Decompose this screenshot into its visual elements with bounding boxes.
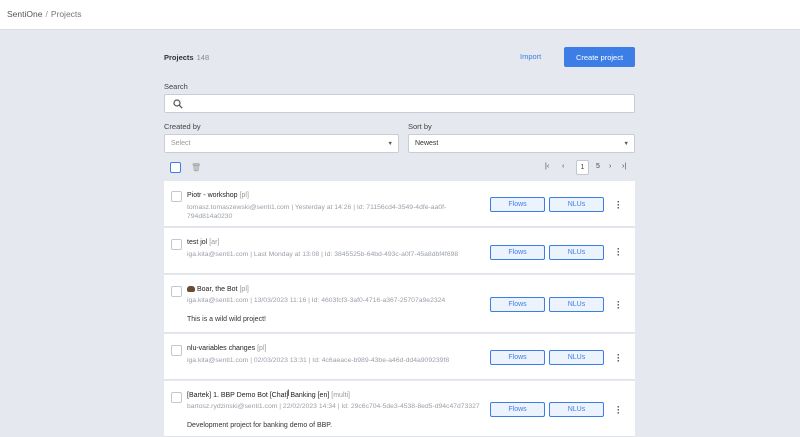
project-description: This is a wild wild project! [187, 316, 266, 323]
flows-button[interactable]: Flows [490, 350, 545, 365]
project-name-text: test jol [187, 239, 208, 246]
project-row[interactable]: Piotr - workshop [pl] tomasz.tomaszewski@… [164, 181, 635, 227]
search-label: Search [164, 82, 188, 91]
sort-by-select[interactable]: Newest ▼ [408, 134, 635, 153]
project-meta: iga.kita@senti1.com | Last Monday at 13:… [187, 251, 459, 258]
search-input[interactable] [189, 97, 629, 111]
prev-page-button[interactable]: ‹ [562, 163, 564, 170]
project-description: Development project for banking demo of … [187, 422, 333, 429]
nlus-button[interactable]: NLUs [549, 297, 604, 312]
sort-by-value: Newest [415, 140, 439, 147]
kebab-menu-icon[interactable]: · · · [617, 403, 620, 418]
breadcrumb-root[interactable]: SentiOne [7, 9, 42, 19]
import-link[interactable]: Import [520, 52, 541, 61]
project-meta: iga.kita@senti1.com | 02/03/2023 13:31 |… [187, 357, 450, 364]
project-row[interactable]: test jol [ar] iga.kita@senti1.com | Last … [164, 228, 635, 274]
row-checkbox[interactable] [171, 345, 182, 356]
search-box [164, 94, 635, 113]
nlus-button[interactable]: NLUs [549, 402, 604, 417]
project-name[interactable]: test jol [ar] [187, 239, 219, 246]
project-lang: [ar] [209, 239, 220, 246]
project-name[interactable]: nlu-variables changes [pl] [187, 345, 266, 352]
trash-icon[interactable]: 🗑 [191, 163, 201, 172]
project-lang: [multi] [331, 392, 350, 399]
breadcrumb: SentiOne / Projects [7, 9, 82, 19]
project-row[interactable]: [Bartek] 1. BBP Demo Bot [Chat] Banking … [164, 381, 635, 437]
row-checkbox[interactable] [171, 239, 182, 250]
flows-button[interactable]: Flows [490, 402, 545, 417]
project-meta: iga.kita@senti1.com | 13/03/2023 11:16 |… [187, 297, 446, 304]
project-name[interactable]: Boar, the Bot [pl] [187, 286, 249, 293]
last-page-number[interactable]: 5 [596, 163, 600, 170]
created-by-select[interactable]: Select ▼ [164, 134, 399, 153]
create-project-button[interactable]: Create project [564, 47, 635, 67]
flows-button[interactable]: Flows [490, 245, 545, 260]
kebab-menu-icon[interactable]: · · · [617, 198, 620, 213]
project-name[interactable]: Piotr - workshop [pl] [187, 192, 249, 199]
kebab-menu-icon[interactable]: · · · [617, 245, 620, 260]
chevron-down-icon: ▼ [387, 141, 393, 147]
page-title: Projects 148 [164, 53, 209, 62]
row-checkbox[interactable] [171, 392, 182, 403]
project-lang: [pl] [239, 286, 249, 293]
next-page-button[interactable]: › [609, 163, 611, 170]
first-page-button[interactable]: |‹ [545, 163, 549, 170]
created-by-label: Created by [164, 122, 201, 131]
project-name-text: [Bartek] 1. BBP Demo Bot [Chat] Banking … [187, 392, 330, 399]
nlus-button[interactable]: NLUs [549, 350, 604, 365]
last-page-button[interactable]: ›| [622, 163, 626, 170]
project-row[interactable]: Boar, the Bot [pl] iga.kita@senti1.com | … [164, 275, 635, 333]
sort-by-label: Sort by [408, 122, 432, 131]
kebab-menu-icon[interactable]: · · · [617, 298, 620, 313]
kebab-menu-icon[interactable]: · · · [617, 351, 620, 366]
created-by-placeholder: Select [171, 140, 191, 147]
project-count: 148 [196, 53, 210, 62]
nlus-button[interactable]: NLUs [549, 245, 604, 260]
project-name-text: Piotr - workshop [187, 192, 238, 199]
chevron-down-icon: ▼ [623, 141, 629, 147]
search-icon [173, 99, 183, 109]
flows-button[interactable]: Flows [490, 197, 545, 212]
project-lang: [pl] [257, 345, 267, 352]
boar-icon [187, 286, 195, 293]
page-title-text: Projects [164, 53, 194, 62]
project-lang: [pl] [239, 192, 249, 199]
project-name-text: nlu-variables changes [187, 345, 256, 352]
current-page[interactable]: 1 [576, 160, 589, 175]
project-name-text: Boar, the Bot [197, 286, 238, 293]
project-meta: tomasz.tomaszewski@senti1.com | Yesterda… [187, 204, 447, 220]
flows-button[interactable]: Flows [490, 297, 545, 312]
select-all-checkbox[interactable] [170, 162, 181, 173]
project-row[interactable]: nlu-variables changes [pl] iga.kita@senti… [164, 334, 635, 380]
project-name[interactable]: [Bartek] 1. BBP Demo Bot [Chat] Banking … [187, 392, 350, 399]
top-bar: SentiOne / Projects [0, 0, 800, 30]
project-meta: bartosz.rydzinski@senti1.com | 22/02/202… [187, 403, 480, 410]
nlus-button[interactable]: NLUs [549, 197, 604, 212]
breadcrumb-separator: / [45, 9, 48, 19]
breadcrumb-current: Projects [50, 9, 82, 19]
text-cursor-icon: I [287, 388, 290, 398]
row-checkbox[interactable] [171, 286, 182, 297]
row-checkbox[interactable] [171, 191, 182, 202]
